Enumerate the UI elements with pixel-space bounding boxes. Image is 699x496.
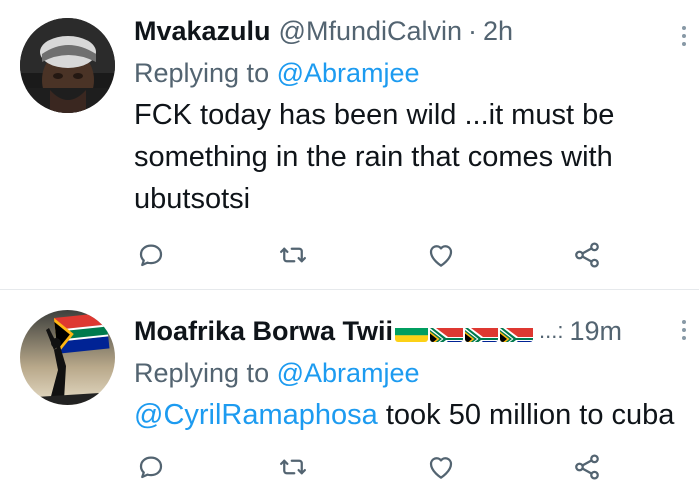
tweet-text-rest: took 50 million to cuba: [377, 399, 675, 431]
like-icon: [429, 245, 453, 267]
user-handle[interactable]: @MfundiCalvin: [279, 10, 462, 52]
tweet[interactable]: Moafrika Borwa Twii ...: 19m Replying to…: [0, 289, 699, 496]
tweet-text-line: ubutsotsi: [134, 183, 251, 215]
replying-to: Replying to @Abramjee: [134, 52, 659, 94]
retweet-icon: [280, 459, 306, 475]
tweet-text-line: FCK today has been wild ...it must be: [134, 99, 615, 131]
share-button[interactable]: [570, 450, 604, 484]
mention-link[interactable]: @CyrilRamaphosa: [134, 399, 378, 431]
display-name[interactable]: Moafrika Borwa Twii: [134, 310, 393, 352]
like-icon: [429, 457, 453, 479]
tweet[interactable]: Mvakazulu @MfundiCalvin · 2h Replying to…: [0, 0, 699, 289]
tweet-content: Mvakazulu @MfundiCalvin · 2h Replying to…: [134, 10, 659, 220]
timestamp[interactable]: 19m: [570, 310, 623, 352]
replying-to-link[interactable]: @Abramjee: [277, 358, 420, 388]
tweet-content: Moafrika Borwa Twii ...: 19m Replying to…: [134, 310, 674, 436]
south-africa-flag-icon: [430, 320, 464, 342]
like-button[interactable]: [424, 450, 458, 484]
replying-prefix: Replying to: [134, 58, 270, 88]
tweet-header: Mvakazulu @MfundiCalvin · 2h: [134, 10, 659, 52]
reply-icon: [139, 456, 163, 479]
share-button[interactable]: [570, 238, 604, 272]
avatar[interactable]: [20, 18, 115, 113]
replying-to-link[interactable]: @Abramjee: [277, 58, 420, 88]
more-options-icon[interactable]: [681, 26, 687, 46]
gabon-flag-icon: [395, 320, 429, 342]
tweet-actions: [134, 450, 614, 486]
south-africa-flag-icon: [500, 320, 534, 342]
tweet-text: @CyrilRamaphosa took 50 million to cuba: [134, 394, 674, 436]
retweet-icon: [280, 247, 306, 263]
tweet-header: Moafrika Borwa Twii ...: 19m: [134, 310, 659, 352]
replying-prefix: Replying to: [134, 358, 270, 388]
replying-to: Replying to @Abramjee: [134, 352, 659, 394]
tweet-text-line: something in the rain that comes with: [134, 141, 613, 173]
reply-button[interactable]: [134, 450, 168, 484]
more-options-icon[interactable]: [681, 320, 687, 340]
tweet-text: FCK today has been wild ...it must be so…: [134, 94, 659, 220]
share-icon: [575, 454, 599, 480]
display-name[interactable]: Mvakazulu: [134, 10, 271, 52]
reply-button[interactable]: [134, 238, 168, 272]
south-africa-flag-icon: [465, 320, 499, 342]
retweet-button[interactable]: [276, 450, 310, 484]
like-button[interactable]: [424, 238, 458, 272]
share-icon: [575, 242, 599, 268]
separator-dot: ·: [468, 16, 478, 46]
timestamp[interactable]: 2h: [483, 10, 513, 52]
retweet-button[interactable]: [276, 238, 310, 272]
reply-icon: [139, 244, 163, 267]
avatar[interactable]: [20, 310, 115, 405]
user-handle-truncated[interactable]: ...:: [539, 310, 563, 352]
tweet-actions: [134, 238, 614, 274]
